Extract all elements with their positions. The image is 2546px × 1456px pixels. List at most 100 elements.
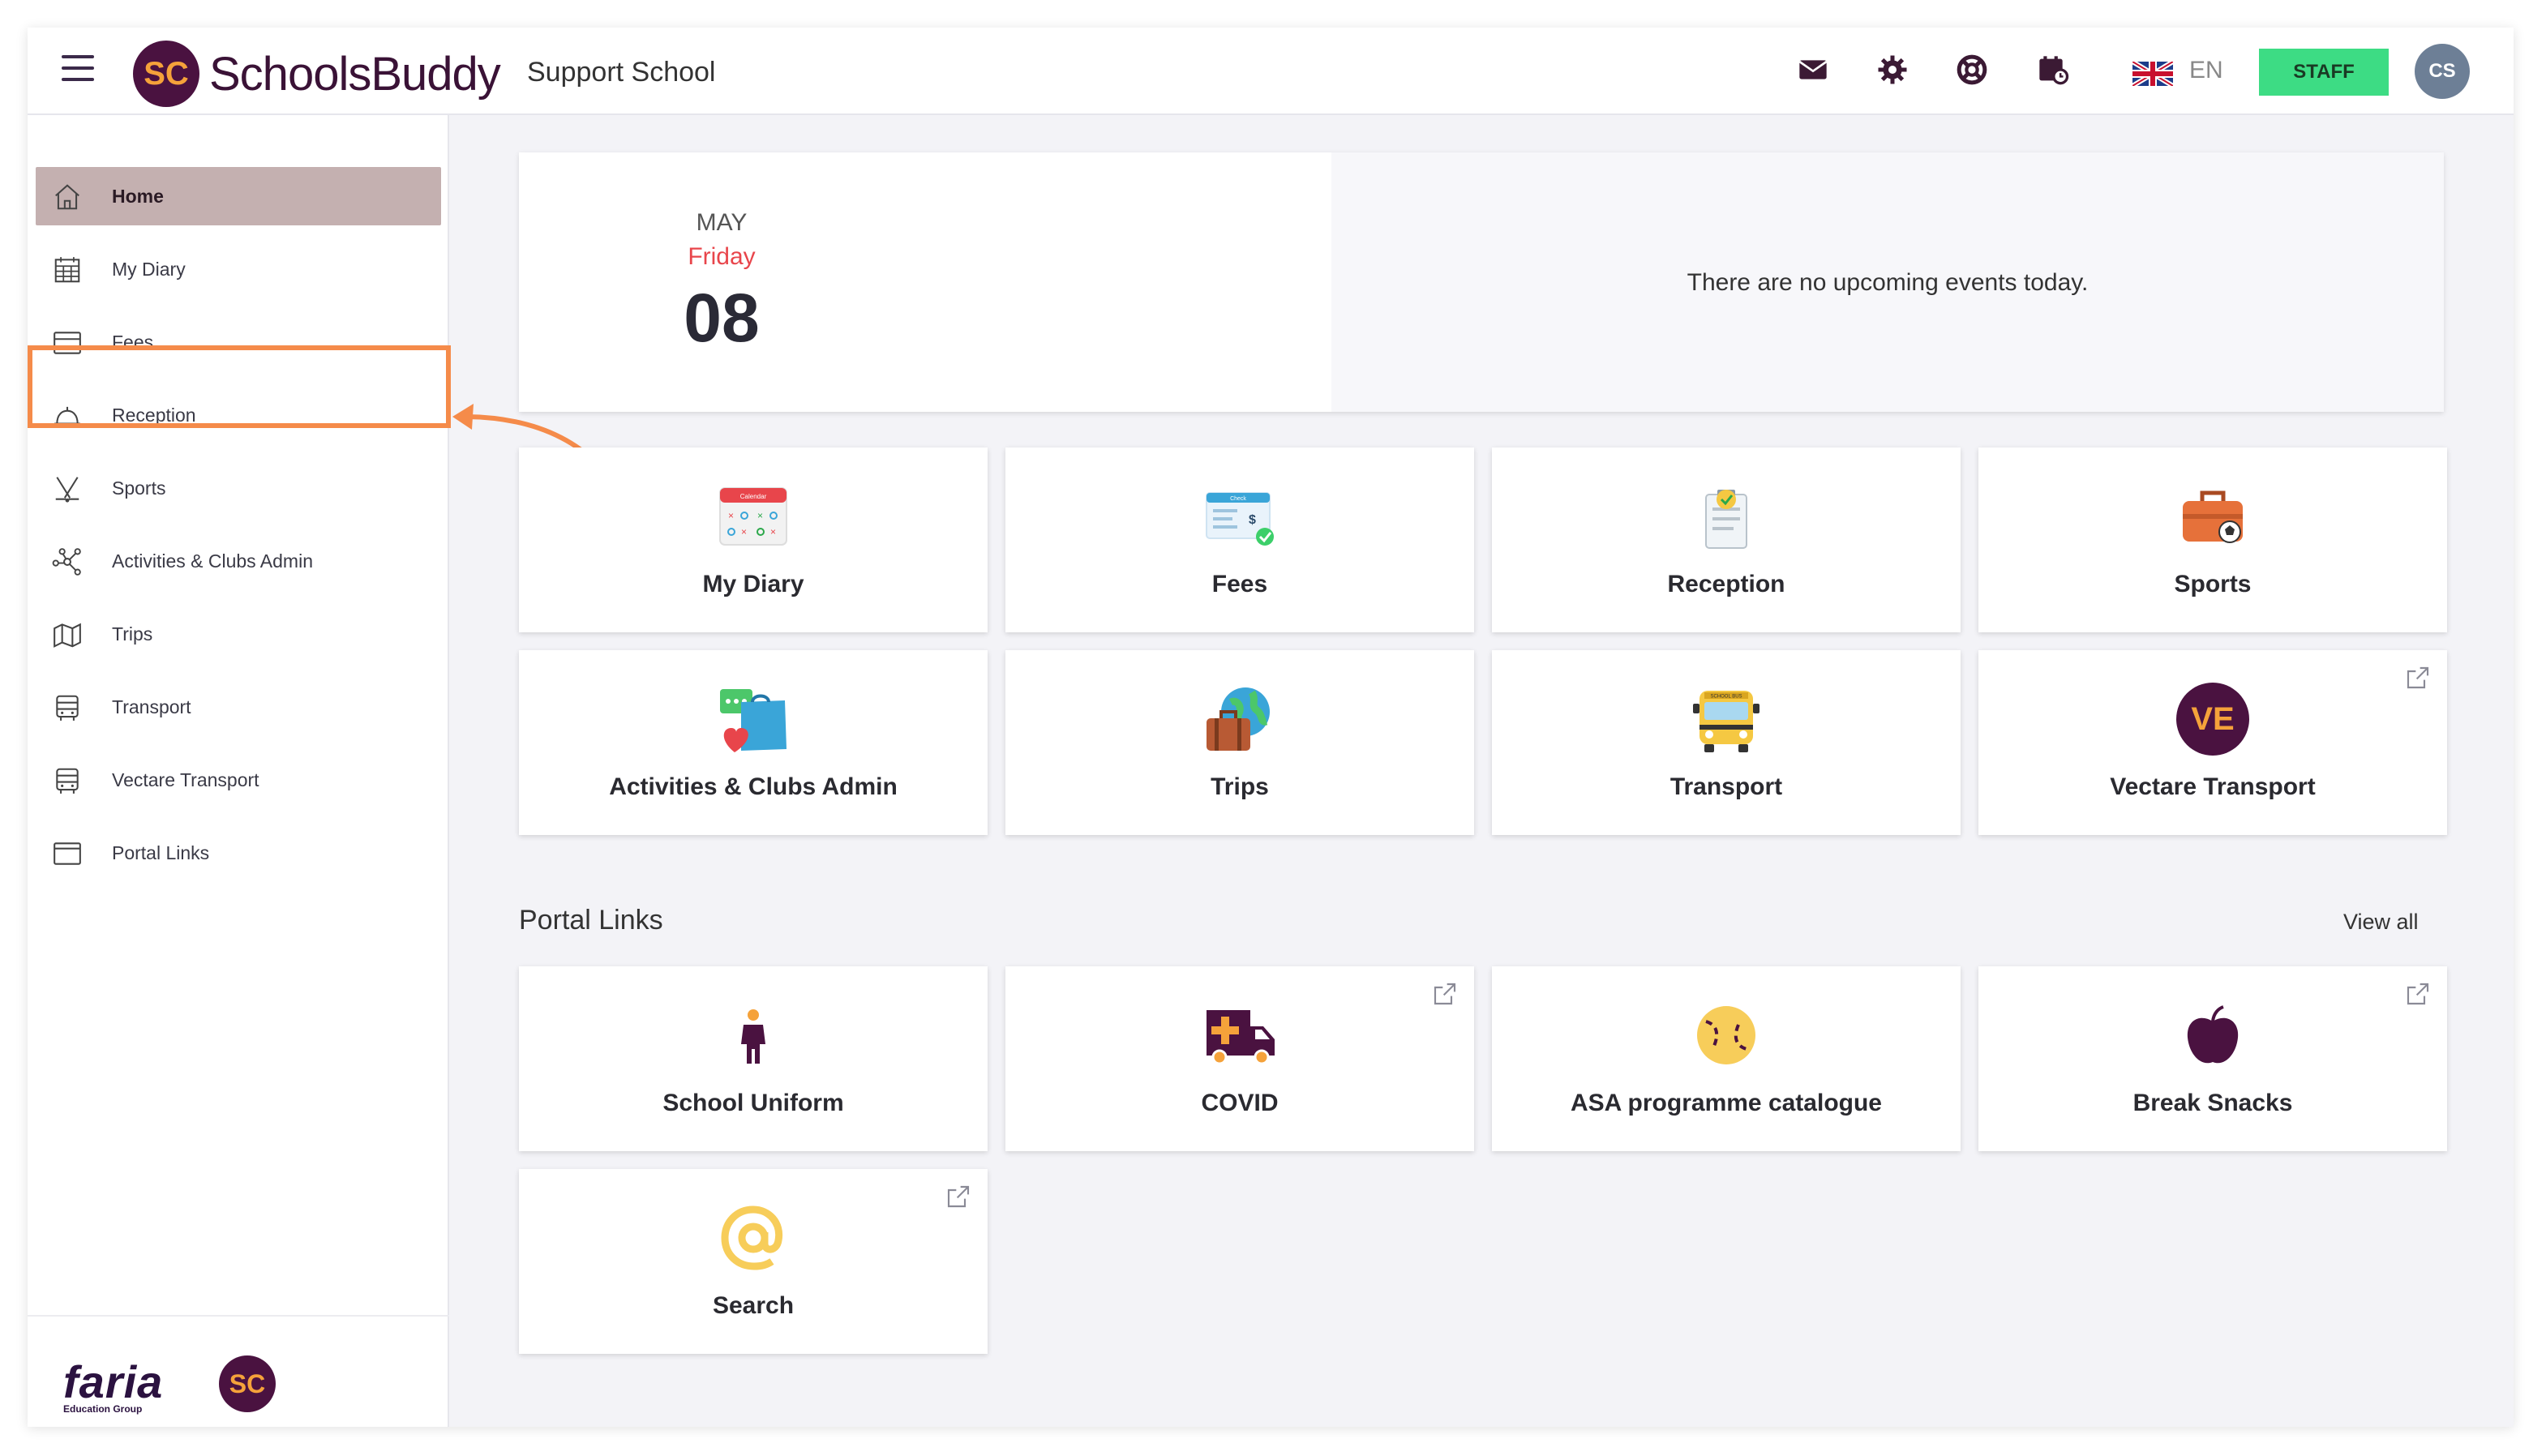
- avatar[interactable]: CS: [2415, 44, 2470, 99]
- module-tile-trips[interactable]: Trips: [1005, 650, 1474, 835]
- school-name: Support School: [527, 57, 716, 88]
- svg-text:Check: Check: [1230, 496, 1246, 502]
- sidebar-item-label: Trips: [112, 623, 153, 644]
- svg-text:×: ×: [741, 526, 747, 537]
- portal-link-label: COVID: [1201, 1090, 1279, 1116]
- sidebar: Home My Diary Fees Reception Sports Acti…: [28, 115, 449, 1427]
- sidebar-item-label: My Diary: [112, 258, 186, 280]
- menu-icon[interactable]: [62, 55, 94, 84]
- mail-icon[interactable]: [1797, 54, 1829, 86]
- portal-link-asa-catalogue[interactable]: ASA programme catalogue: [1492, 966, 1961, 1151]
- sidebar-item-label: Transport: [112, 696, 191, 717]
- module-label: Vectare Transport: [2110, 773, 2316, 800]
- module-label: Fees: [1211, 571, 1268, 597]
- external-link-icon[interactable]: [945, 1184, 971, 1210]
- faria-wordmark: faria: [63, 1356, 164, 1407]
- sidebar-item-vectare-transport[interactable]: Vectare Transport: [36, 751, 441, 809]
- lifebuoy-icon[interactable]: [1956, 54, 1988, 86]
- globe-suitcase-icon: [1207, 687, 1270, 751]
- sports-bag-icon: [2183, 490, 2243, 543]
- portal-link-label: School Uniform: [662, 1090, 844, 1116]
- window-icon: [54, 842, 81, 865]
- svg-text:×: ×: [757, 510, 763, 521]
- portal-link-label: ASA programme catalogue: [1571, 1090, 1882, 1116]
- chat-heart-icon: [720, 689, 787, 752]
- date-card: MAY Friday 08 There are no upcoming even…: [519, 152, 2444, 412]
- svg-text:SCHOOL BUS: SCHOOL BUS: [1710, 695, 1742, 700]
- sidebar-item-label: Vectare Transport: [112, 769, 259, 790]
- sports-icon: [55, 477, 79, 503]
- calendar-icon: [54, 257, 80, 283]
- date-day-number: 08: [684, 280, 760, 356]
- portal-link-search[interactable]: Search: [519, 1169, 988, 1354]
- no-events-message: There are no upcoming events today.: [1687, 269, 2089, 296]
- portal-links-title: Portal Links: [519, 905, 663, 936]
- svg-text:×: ×: [770, 526, 776, 537]
- apple-icon: [2187, 1005, 2239, 1064]
- portal-link-label: Search: [712, 1292, 795, 1319]
- staff-button[interactable]: STAFF: [2259, 49, 2389, 96]
- ve-logo-icon: VE: [2176, 683, 2249, 756]
- faria-logo: faria Education Group SC: [63, 1355, 276, 1415]
- view-all-link[interactable]: View all: [2343, 910, 2419, 935]
- bus-icon: [56, 768, 79, 794]
- sidebar-item-home[interactable]: Home: [36, 167, 441, 225]
- module-tile-sports[interactable]: Sports: [1978, 448, 2447, 632]
- person-icon: [741, 1009, 765, 1064]
- module-label: Trips: [1211, 773, 1269, 800]
- events-panel: There are no upcoming events today.: [1331, 152, 2444, 412]
- calendar-clock-icon[interactable]: [2037, 54, 2069, 86]
- module-label: Sports: [2174, 571, 2252, 597]
- sidebar-item-label: Portal Links: [112, 841, 210, 863]
- date-weekday: Friday: [688, 243, 756, 270]
- module-label: Activities & Clubs Admin: [609, 773, 898, 800]
- language-selector[interactable]: EN: [2189, 57, 2223, 84]
- module-tile-reception[interactable]: Reception: [1492, 448, 1961, 632]
- module-label: Reception: [1667, 571, 1785, 597]
- sidebar-item-transport[interactable]: Transport: [36, 678, 441, 736]
- svg-text:Calendar: Calendar: [740, 493, 767, 500]
- portal-link-label: Break Snacks: [2132, 1090, 2293, 1116]
- external-link-icon[interactable]: [2405, 981, 2431, 1007]
- uk-flag-icon[interactable]: [2132, 62, 2173, 86]
- footer-brand-badge: SC: [219, 1355, 276, 1412]
- app-window: SC SchoolsBuddy Support School EN STAFF …: [28, 28, 2514, 1427]
- gear-icon[interactable]: [1876, 54, 1909, 86]
- svg-text:$: $: [1249, 513, 1256, 527]
- clipboard-icon: [1705, 490, 1747, 549]
- sidebar-item-portal-links[interactable]: Portal Links: [36, 824, 441, 882]
- bus-icon: [56, 695, 79, 721]
- module-tile-vectare-transport[interactable]: VE Vectare Transport: [1978, 650, 2447, 835]
- sidebar-item-my-diary[interactable]: My Diary: [36, 240, 441, 298]
- top-bar: SC SchoolsBuddy Support School EN STAFF …: [28, 28, 2514, 115]
- ambulance-icon: [1207, 1010, 1275, 1065]
- external-link-icon[interactable]: [1432, 981, 1458, 1007]
- portal-link-break-snacks[interactable]: Break Snacks: [1978, 966, 2447, 1151]
- module-tile-my-diary[interactable]: Calendar × × × × My Diary: [519, 448, 988, 632]
- module-tile-transport[interactable]: SCHOOL BUS Transport: [1492, 650, 1961, 835]
- module-label: Transport: [1669, 773, 1783, 800]
- sidebar-item-trips[interactable]: Trips: [36, 605, 441, 663]
- module-tile-fees[interactable]: Check $ Fees: [1005, 448, 1474, 632]
- portal-link-covid[interactable]: COVID: [1005, 966, 1474, 1151]
- sidebar-item-activities[interactable]: Activities & Clubs Admin: [36, 532, 441, 590]
- brand-name: SchoolsBuddy: [209, 47, 501, 101]
- calendar-icon: Calendar × × × ×: [719, 487, 787, 546]
- brand-logo[interactable]: SC SchoolsBuddy: [133, 41, 501, 107]
- sidebar-item-label: Home: [112, 185, 164, 207]
- sidebar-divider: [28, 1315, 449, 1317]
- brand-badge: SC: [133, 41, 199, 107]
- home-icon: [55, 184, 79, 210]
- at-icon: [721, 1205, 783, 1270]
- module-tile-activities[interactable]: Activities & Clubs Admin: [519, 650, 988, 835]
- reception-highlight-box: [28, 345, 451, 428]
- date-month: MAY: [696, 209, 748, 236]
- portal-link-school-uniform[interactable]: School Uniform: [519, 966, 988, 1151]
- external-link-icon[interactable]: [2405, 665, 2431, 691]
- map-icon: [54, 623, 81, 648]
- network-icon: [52, 548, 81, 576]
- sidebar-item-sports[interactable]: Sports: [36, 459, 441, 517]
- sidebar-item-label: Activities & Clubs Admin: [112, 550, 313, 572]
- tennis-ball-icon: [1697, 1006, 1755, 1064]
- svg-text:×: ×: [728, 510, 734, 521]
